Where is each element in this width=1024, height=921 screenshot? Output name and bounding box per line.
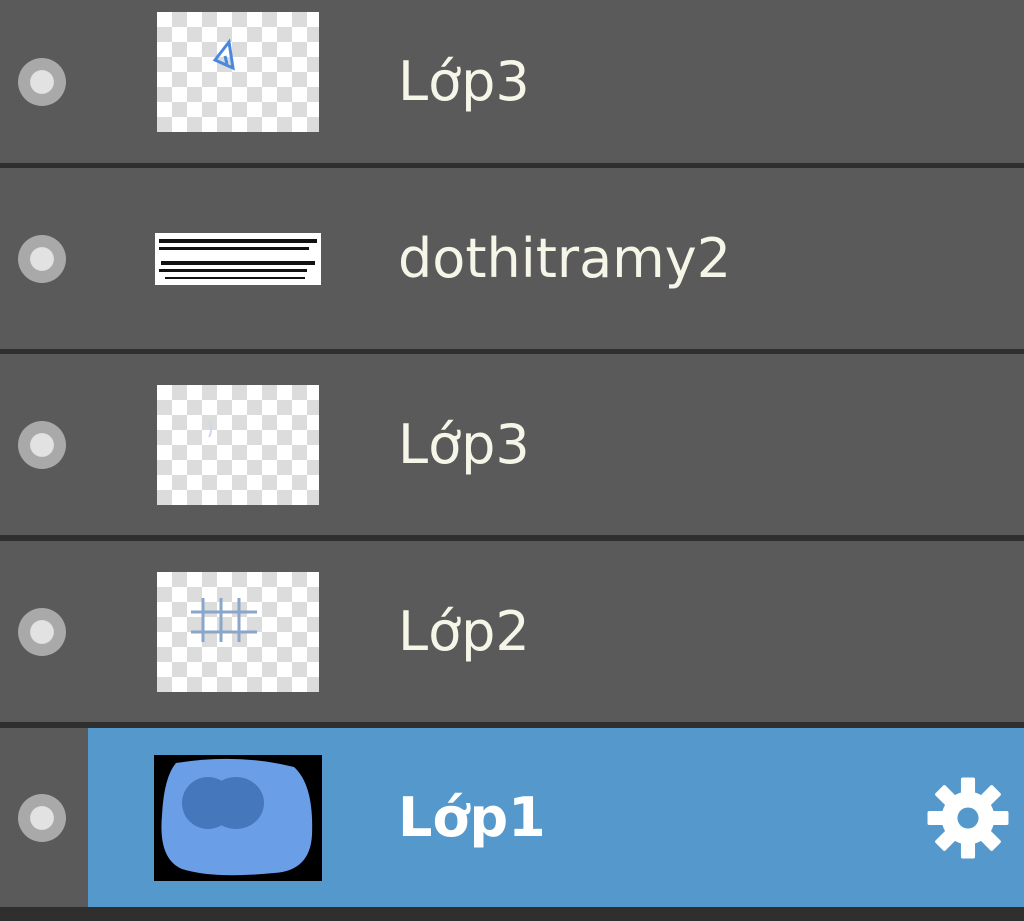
- layer-row-selected[interactable]: Lớp1: [0, 728, 1024, 907]
- layer-thumbnail: [154, 754, 322, 881]
- visibility-dot-icon[interactable]: [18, 57, 66, 106]
- layer-thumbnail: [157, 571, 319, 692]
- layer-row[interactable]: Lớp3: [0, 354, 1024, 535]
- visibility-dot-icon[interactable]: [18, 793, 66, 842]
- layer-name: Lớp1: [398, 785, 546, 849]
- layer-name: dothitramy2: [398, 226, 732, 290]
- visibility-dot-icon[interactable]: [18, 234, 66, 283]
- layer-thumbnail: [157, 12, 319, 132]
- gear-icon[interactable]: [924, 774, 1012, 862]
- layer-row[interactable]: Lớp2: [0, 541, 1024, 722]
- layer-name: Lớp2: [398, 599, 530, 663]
- layer-row[interactable]: dothitramy2: [0, 168, 1024, 349]
- layer-row[interactable]: Lớp3: [0, 0, 1024, 163]
- visibility-dot-icon[interactable]: [18, 607, 66, 656]
- layer-name: Lớp3: [398, 412, 530, 476]
- visibility-dot-icon[interactable]: [18, 420, 66, 469]
- layer-thumbnail: [155, 232, 321, 285]
- layer-name: Lớp3: [398, 49, 530, 113]
- layers-panel: Lớp3 dothitramy2 Lớp3 Lớp2 Lớp1: [0, 0, 1024, 921]
- layer-thumbnail: [157, 384, 319, 505]
